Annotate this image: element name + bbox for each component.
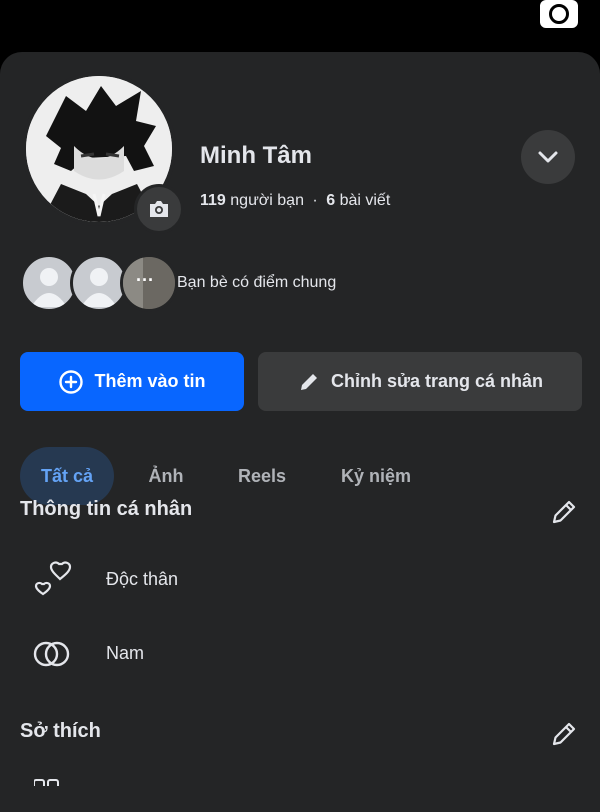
chevron-down-icon xyxy=(538,151,558,163)
edit-profile-button[interactable]: Chỉnh sửa trang cá nhân xyxy=(258,352,582,411)
camera-icon[interactable] xyxy=(540,0,578,28)
mutual-friends[interactable]: ··· Bạn bè có điểm chung xyxy=(20,254,420,312)
posts-count: 6 xyxy=(326,192,336,209)
add-to-story-label: Thêm vào tin xyxy=(94,371,206,391)
profile-stats: 119 người bạn · 6 bài viết xyxy=(200,192,390,210)
gender-rings-icon xyxy=(33,641,70,667)
personal-info-title: Thông tin cá nhân xyxy=(20,498,193,520)
edit-hobbies-icon[interactable] xyxy=(548,718,580,750)
info-row-relationship: Độc thân xyxy=(30,560,530,600)
friends-label[interactable]: người bạn xyxy=(230,192,304,209)
mutual-friends-label: Bạn bè có điểm chung xyxy=(177,274,337,291)
hobby-icon xyxy=(34,779,59,786)
mutual-friend-avatar[interactable]: ··· xyxy=(120,254,178,312)
tab-memories[interactable]: Kỷ niệm xyxy=(328,447,424,505)
hearts-icon xyxy=(34,561,72,596)
stats-separator: · xyxy=(312,192,318,209)
edit-personal-info-icon[interactable] xyxy=(548,496,580,528)
edit-profile-label: Chỉnh sửa trang cá nhân xyxy=(330,371,544,391)
avatar-camera-icon[interactable] xyxy=(134,184,184,234)
profile-card: Minh Tâm 119 người bạn · 6 bài viết ··· … xyxy=(0,52,600,812)
hobbies-title: Sở thích xyxy=(20,720,101,742)
tab-all[interactable]: Tất cả xyxy=(20,447,114,505)
plus-circle-icon xyxy=(59,369,84,394)
posts-label: bài viết xyxy=(339,192,391,209)
tab-photos[interactable]: Ảnh xyxy=(136,447,196,505)
profile-name: Minh Tâm xyxy=(200,142,312,169)
more-mutuals-icon: ··· xyxy=(136,270,154,290)
friends-count[interactable]: 119 xyxy=(200,192,226,209)
gender-value: Nam xyxy=(106,643,145,663)
profile-dropdown-button[interactable] xyxy=(521,130,575,184)
pencil-icon xyxy=(300,373,317,390)
add-to-story-button[interactable]: Thêm vào tin xyxy=(20,352,244,411)
relationship-status: Độc thân xyxy=(106,569,179,589)
tab-reels[interactable]: Reels xyxy=(224,447,300,505)
info-row-gender: Nam xyxy=(30,634,530,674)
